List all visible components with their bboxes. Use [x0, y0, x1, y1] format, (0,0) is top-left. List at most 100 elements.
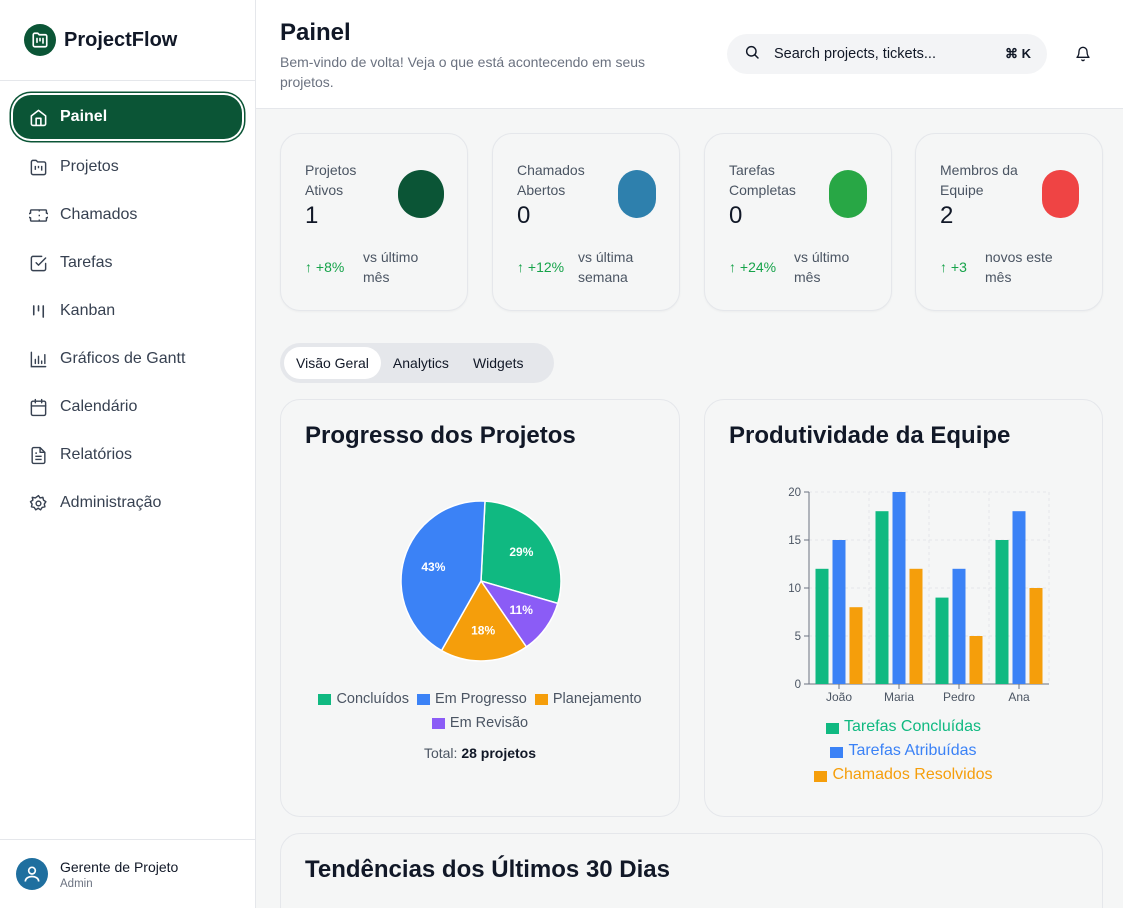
stat-note: vs última semana: [578, 249, 634, 285]
bar-chart: 0 5 10 15 20 João Maria Pedro Ana: [788, 487, 1050, 704]
x-tick-label: Maria: [884, 690, 914, 704]
stat-label: Projetos Ativos: [305, 162, 357, 198]
legend-item[interactable]: Planejamento: [534, 691, 642, 707]
view-tabs: Visão Geral Analytics Widgets: [280, 343, 554, 383]
stat-value: 0: [517, 202, 531, 229]
stat-note: vs último mês: [363, 249, 419, 285]
pie-data-label: 11%: [510, 603, 534, 617]
card-title: Tendências dos Últimos 30 Dias: [305, 856, 671, 883]
stat-card-team: Membros da Equipe 2 ↑ +3 novos este mês: [915, 133, 1103, 311]
sidebar-item-label: Relatórios: [60, 446, 133, 463]
sidebar-item-label: Projetos: [60, 158, 119, 175]
stat-note: novos este mês: [985, 249, 1053, 285]
pie-data-label: 29%: [509, 545, 533, 559]
pie-legend-row-2: Em Revisão: [281, 715, 679, 731]
legend-item[interactable]: Tarefas Atribuídas: [705, 742, 1102, 760]
bar[interactable]: [849, 607, 863, 684]
home-icon: [27, 106, 49, 128]
stat-value: 2: [940, 202, 954, 229]
y-tick-label: 0: [795, 679, 801, 691]
sidebar-item-gantt[interactable]: Gráficos de Gantt: [13, 337, 242, 381]
stat-icon: [398, 170, 444, 218]
logo-icon: [24, 24, 56, 56]
stat-icon: [1042, 170, 1079, 218]
stat-label: Chamados Abertos: [517, 162, 585, 198]
bar[interactable]: [875, 511, 889, 684]
legend-item[interactable]: Em Progresso: [417, 691, 527, 707]
legend-item[interactable]: Concluídos: [318, 691, 409, 707]
bar[interactable]: [832, 540, 846, 684]
pie-legend: Concluídos Em Progresso Planejamento: [281, 691, 679, 707]
bar[interactable]: [952, 568, 966, 684]
calendar-icon: [27, 396, 49, 418]
sidebar-item-label: Calendário: [60, 398, 138, 415]
stat-label: Tarefas Completas: [729, 162, 796, 198]
sidebar-item-tarefas[interactable]: Tarefas: [13, 241, 242, 285]
legend-item[interactable]: Chamados Resolvidos: [705, 766, 1102, 784]
y-tick-label: 15: [788, 535, 801, 547]
bar-chart-icon: [27, 348, 49, 370]
bar[interactable]: [1012, 511, 1026, 684]
sidebar-item-administracao[interactable]: Administração: [13, 481, 242, 525]
sidebar-item-label: Tarefas: [60, 254, 113, 271]
bar[interactable]: [892, 492, 906, 684]
stat-icon: [618, 170, 656, 218]
sidebar-item-kanban[interactable]: Kanban: [13, 289, 242, 333]
sidebar-item-chamados[interactable]: Chamados: [13, 193, 242, 237]
team-productivity-card: Produtividade da Equipe 0 5 10 15 20 João Mari…: [704, 399, 1103, 817]
sidebar-item-painel[interactable]: Painel: [13, 95, 242, 139]
pie-data-label: 43%: [421, 560, 445, 574]
check-square-icon: [27, 252, 49, 274]
sidebar-item-projetos[interactable]: Projetos: [13, 145, 242, 189]
project-progress-card: Progresso dos Projetos 29% 11% 18% 43% Conc…: [280, 399, 680, 817]
search-input[interactable]: Search projects, tickets... ⌘ K: [727, 34, 1047, 74]
bar[interactable]: [935, 597, 949, 684]
tab-visao-geral[interactable]: Visão Geral: [284, 347, 381, 379]
search-placeholder: Search projects, tickets...: [774, 46, 936, 62]
sidebar-item-calendario[interactable]: Calendário: [13, 385, 242, 429]
legend-item[interactable]: Em Revisão: [431, 715, 528, 731]
stat-note: vs último mês: [794, 249, 850, 285]
bar[interactable]: [1029, 588, 1043, 684]
card-title: Produtividade da Equipe: [729, 422, 1011, 449]
search-shortcut: ⌘ K: [1005, 46, 1031, 61]
bar[interactable]: [969, 636, 983, 684]
avatar: [16, 858, 48, 890]
user-name: Gerente de Projeto: [60, 858, 179, 875]
app-name: ProjectFlow: [64, 28, 178, 51]
sidebar-nav: Painel Projetos Chamados Tarefas Kanban …: [0, 81, 255, 541]
legend-item[interactable]: Tarefas Concluídas: [705, 718, 1102, 736]
stat-card-tasks: Tarefas Completas 0 ↑ +24% vs último mês: [704, 133, 892, 311]
stat-value: 0: [729, 202, 743, 229]
kanban-icon: [27, 300, 49, 322]
sidebar-item-relatorios[interactable]: Relatórios: [13, 433, 242, 477]
bar[interactable]: [909, 568, 923, 684]
sidebar-item-label: Chamados: [60, 206, 138, 223]
sidebar-item-label: Kanban: [60, 302, 116, 319]
brand[interactable]: ProjectFlow: [0, 0, 255, 81]
stat-change: ↑ +3: [940, 259, 967, 275]
file-text-icon: [27, 444, 49, 466]
sidebar-item-label: Painel: [60, 108, 108, 125]
search-icon: [744, 44, 760, 65]
sidebar-item-label: Administração: [60, 494, 162, 511]
pie-chart: 29% 11% 18% 43%: [400, 500, 562, 662]
bar[interactable]: [995, 540, 1009, 684]
ticket-icon: [27, 204, 49, 226]
settings-icon: [27, 492, 49, 514]
card-title: Progresso dos Projetos: [305, 422, 576, 449]
folder-kanban-icon: [27, 156, 49, 178]
x-tick-label: Ana: [1008, 690, 1030, 704]
page-subtitle: Bem-vindo de volta! Veja o que está acon…: [280, 54, 646, 90]
user-profile[interactable]: Gerente de Projeto Admin: [0, 839, 255, 908]
tab-analytics[interactable]: Analytics: [381, 347, 461, 379]
stat-card-tickets: Chamados Abertos 0 ↑ +12% vs última sema…: [492, 133, 680, 311]
bell-icon[interactable]: [1073, 44, 1093, 64]
y-tick-label: 10: [788, 583, 801, 595]
trends-card: Tendências dos Últimos 30 Dias: [280, 833, 1103, 908]
user-role: Admin: [60, 877, 93, 890]
tab-widgets[interactable]: Widgets: [461, 347, 536, 379]
stat-value: 1: [305, 202, 319, 229]
bar[interactable]: [815, 568, 829, 684]
stat-change: ↑ +24%: [729, 259, 777, 275]
